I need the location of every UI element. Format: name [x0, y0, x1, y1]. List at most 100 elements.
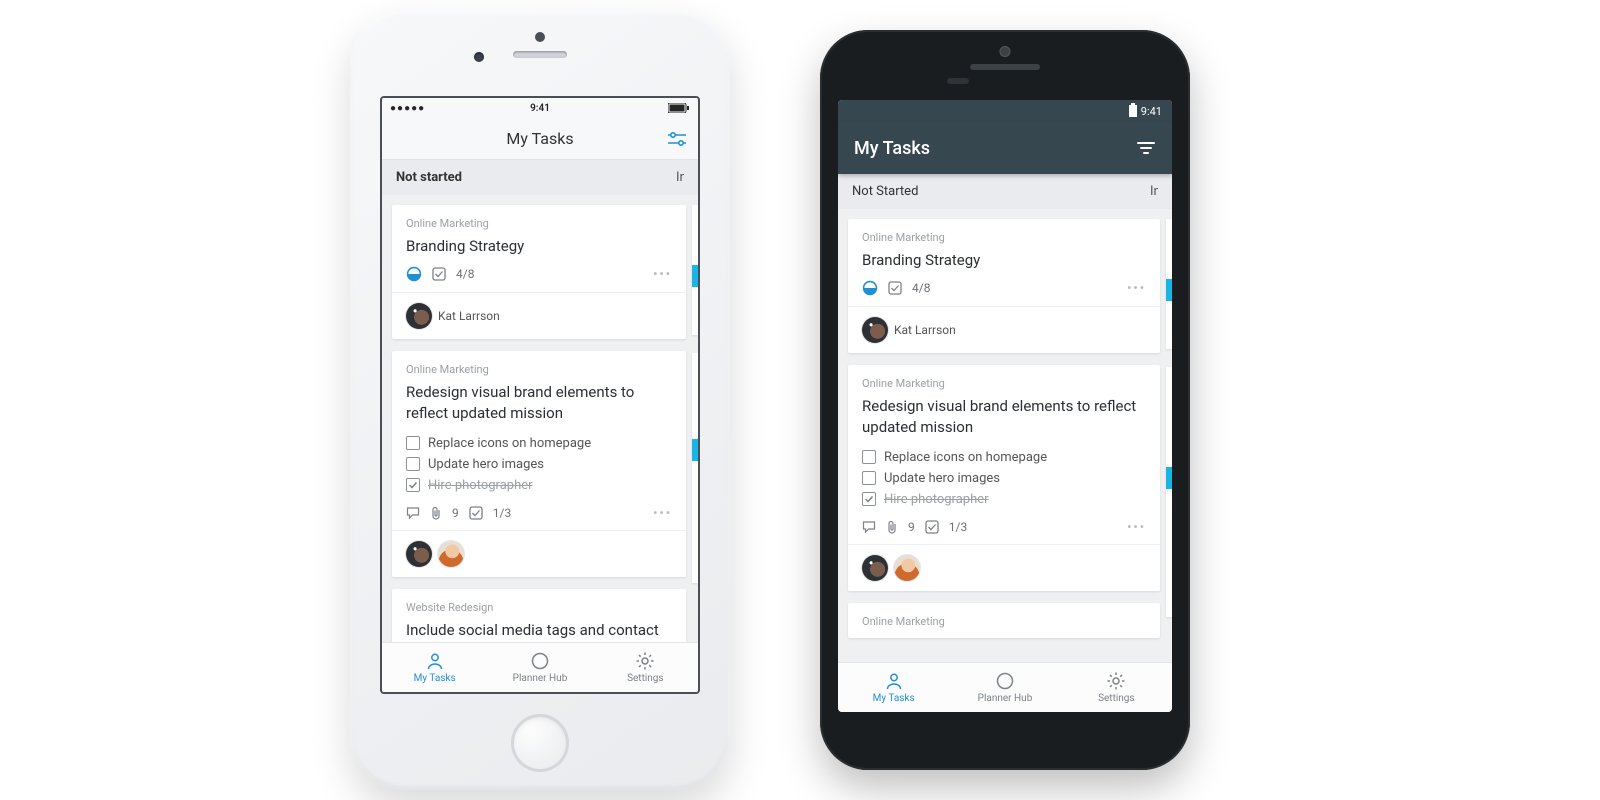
gear-icon: [635, 651, 655, 671]
page-title: My Tasks: [854, 138, 930, 159]
assignee-row: Kat Larrson: [406, 303, 672, 329]
task-category: Online Marketing: [862, 377, 1146, 390]
avatar: [894, 555, 920, 581]
subtask-item[interactable]: Replace icons on homepage: [406, 433, 672, 454]
battery-icon: [668, 103, 690, 113]
column-title: Not started: [396, 170, 462, 185]
attachment-icon: [886, 520, 898, 534]
next-column-peek: In: [1150, 184, 1158, 199]
task-title: Branding Strategy: [406, 236, 672, 256]
tab-settings[interactable]: Settings: [1061, 663, 1172, 712]
next-column-card-peek: [1166, 367, 1172, 617]
task-list[interactable]: Online Marketing Branding Strategy 4/8 •…: [838, 209, 1172, 662]
assignee-row: Kat Larrson: [862, 317, 1146, 343]
task-list[interactable]: Online Marketing Branding Strategy 4/8 •…: [382, 195, 698, 642]
gear-icon: [1106, 671, 1126, 691]
ios-screen: ●●●●● 9:41 My Tasks Not started In O: [380, 96, 700, 694]
tab-settings[interactable]: Settings: [593, 643, 698, 692]
ios-tab-bar: My Tasks Planner Hub Settings: [382, 642, 698, 692]
checklist-count: 1/3: [493, 506, 511, 520]
status-time: 9:41: [530, 103, 550, 114]
attachment-count: 9: [452, 506, 459, 520]
avatar: [862, 317, 888, 343]
progress-circle-icon: [862, 280, 878, 296]
avatar: [438, 541, 464, 567]
comment-icon: [862, 520, 876, 534]
checklist-count: 4/8: [456, 267, 474, 281]
next-column-card-peek: [1166, 219, 1172, 349]
android-tab-bar: My Tasks Planner Hub Settings: [838, 662, 1172, 712]
checklist-icon: [469, 506, 483, 520]
more-icon[interactable]: •••: [653, 506, 672, 520]
task-card[interactable]: Website Redesign Include social media ta…: [392, 589, 686, 642]
task-title: Redesign visual brand elements to reflec…: [406, 382, 672, 423]
assignee-name: Kat Larrson: [894, 323, 956, 337]
assignee-row: [862, 555, 1146, 581]
tab-label: My Tasks: [873, 693, 915, 704]
checklist-icon: [925, 520, 939, 534]
more-icon[interactable]: •••: [653, 267, 672, 281]
ios-nav-bar: My Tasks: [382, 118, 698, 160]
checklist-icon: [432, 267, 446, 281]
avatar: [862, 555, 888, 581]
tab-label: Planner Hub: [513, 673, 568, 684]
task-category: Online Marketing: [862, 231, 1146, 244]
subtask-item[interactable]: Hire photographer: [406, 475, 672, 496]
tab-planner-hub[interactable]: Planner Hub: [487, 643, 592, 692]
subtask-item[interactable]: Update hero images: [862, 468, 1146, 489]
status-time: 9:41: [1141, 105, 1162, 118]
task-card[interactable]: Online Marketing Branding Strategy 4/8 •…: [848, 219, 1160, 353]
android-app-bar: My Tasks: [838, 122, 1172, 174]
task-title: Redesign visual brand elements to reflec…: [862, 396, 1146, 437]
tab-my-tasks[interactable]: My Tasks: [382, 643, 487, 692]
more-icon[interactable]: •••: [1127, 520, 1146, 534]
task-category: Website Redesign: [406, 601, 672, 614]
more-icon[interactable]: •••: [1127, 281, 1146, 295]
signal-dots-icon: ●●●●●: [390, 103, 425, 114]
task-card[interactable]: Online Marketing: [848, 603, 1160, 638]
ios-status-bar: ●●●●● 9:41: [382, 98, 698, 118]
tab-label: Settings: [1098, 693, 1135, 704]
planner-hub-icon: [995, 671, 1015, 691]
task-category: Online Marketing: [862, 615, 1146, 628]
assignee-name: Kat Larrson: [438, 309, 500, 323]
page-title: My Tasks: [506, 129, 573, 148]
next-column-peek: In: [676, 170, 684, 185]
column-title: Not Started: [852, 184, 918, 199]
tab-label: My Tasks: [414, 673, 456, 684]
tab-label: Planner Hub: [978, 693, 1033, 704]
task-title: Branding Strategy: [862, 250, 1146, 270]
subtask-item[interactable]: Hire photographer: [862, 489, 1146, 510]
planner-hub-icon: [530, 651, 550, 671]
subtask-item[interactable]: Update hero images: [406, 454, 672, 475]
task-card[interactable]: Online Marketing Redesign visual brand e…: [392, 351, 686, 577]
next-column-card-peek: [692, 353, 698, 583]
column-header: Not started In: [382, 160, 698, 195]
task-category: Online Marketing: [406, 363, 672, 376]
checklist-icon: [888, 281, 902, 295]
tab-planner-hub[interactable]: Planner Hub: [949, 663, 1060, 712]
avatar: [406, 541, 432, 567]
attachment-icon: [430, 506, 442, 520]
subtask-item[interactable]: Replace icons on homepage: [862, 447, 1146, 468]
android-screen: 9:41 My Tasks Not Started In Online Mark…: [838, 100, 1172, 712]
tab-label: Settings: [627, 673, 664, 684]
person-icon: [884, 671, 904, 691]
subtask-list: Replace icons on homepage Update hero im…: [862, 447, 1146, 510]
task-title: Include social media tags and contact sh…: [406, 620, 672, 642]
task-category: Online Marketing: [406, 217, 672, 230]
task-card[interactable]: Online Marketing Branding Strategy 4/8 •…: [392, 205, 686, 339]
attachment-count: 9: [908, 520, 915, 534]
filter-icon[interactable]: [666, 130, 688, 148]
avatar: [406, 303, 432, 329]
iphone-home-button[interactable]: [511, 714, 569, 772]
next-column-card-peek: [692, 205, 698, 335]
progress-circle-icon: [406, 266, 422, 282]
person-icon: [425, 651, 445, 671]
battery-icon: [1129, 105, 1137, 117]
assignee-row: [406, 541, 672, 567]
filter-icon[interactable]: [1136, 140, 1156, 156]
checklist-count: 4/8: [912, 281, 930, 295]
tab-my-tasks[interactable]: My Tasks: [838, 663, 949, 712]
task-card[interactable]: Online Marketing Redesign visual brand e…: [848, 365, 1160, 591]
